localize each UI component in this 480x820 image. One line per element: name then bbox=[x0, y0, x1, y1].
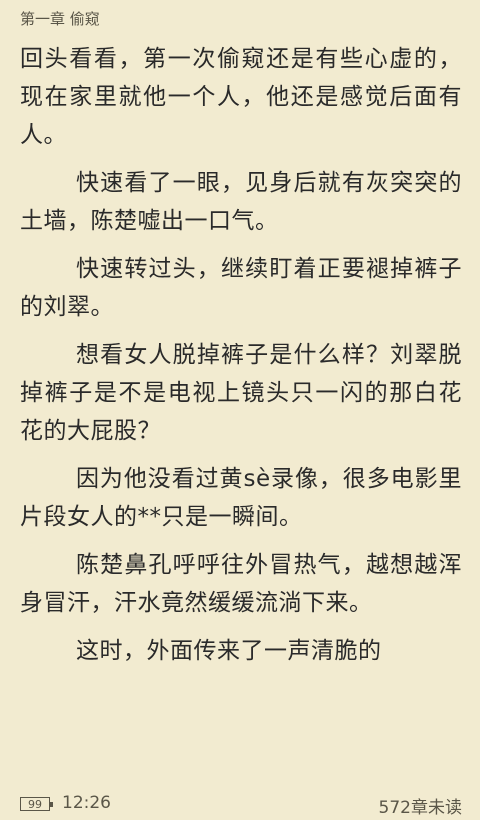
reading-content[interactable]: 回头看看，第一次偷窥还是有些心虚的，现在家里就他一个人，他还是感觉后面有人。 快… bbox=[20, 40, 462, 680]
chapters-remaining: 572章未读 bbox=[378, 798, 462, 818]
paragraph-1: 回头看看，第一次偷窥还是有些心虚的，现在家里就他一个人，他还是感觉后面有人。 bbox=[20, 46, 462, 148]
paragraph-7: 这时，外面传来了一声清脆的 bbox=[76, 638, 382, 664]
paragraph-5: 因为他没看过黄sè录像，很多电影里片段女人的**只是一瞬间。 bbox=[20, 466, 462, 530]
battery-icon: 99 bbox=[20, 797, 53, 811]
paragraph-2: 快速看了一眼，见身后就有灰突突的土墙，陈楚嘘出一口气。 bbox=[20, 170, 462, 234]
status-footer: 99 12:26 572章未读 bbox=[18, 793, 462, 818]
paragraph-3: 快速转过头，继续盯着正要褪掉裤子的刘翠。 bbox=[20, 256, 462, 320]
paragraph-4: 想看女人脱掉裤子是什么样？刘翠脱掉裤子是不是电视上镜头只一闪的那白花花的大屁股？ bbox=[20, 342, 462, 444]
paragraph-6: 陈楚鼻孔呼呼往外冒热气，越想越浑身冒汗，汗水竟然缓缓流淌下来。 bbox=[20, 552, 462, 616]
battery-level: 99 bbox=[28, 798, 42, 811]
chapter-title: 第一章 偷窥 bbox=[20, 10, 100, 28]
clock-time: 12:26 bbox=[62, 793, 111, 813]
